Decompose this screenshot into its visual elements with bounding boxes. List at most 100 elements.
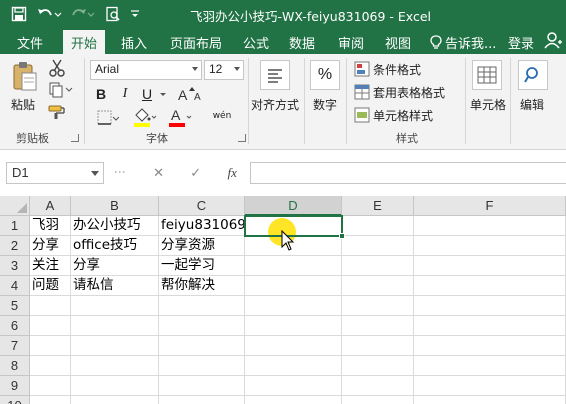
paste-button[interactable]	[10, 60, 40, 94]
cell-d9[interactable]	[245, 376, 342, 396]
cell-d10[interactable]	[245, 396, 342, 404]
cell-d4[interactable]	[245, 276, 342, 296]
copy-button[interactable]	[46, 80, 76, 100]
increase-font-button[interactable]: AA	[176, 84, 206, 104]
cell-e10[interactable]	[342, 396, 414, 404]
cell-c9[interactable]	[159, 376, 245, 396]
format-as-table-button[interactable]: 套用表格格式	[373, 84, 445, 101]
font-size-combo[interactable]: 12	[204, 60, 244, 80]
cell-b5[interactable]	[71, 296, 159, 316]
cell-f10[interactable]	[414, 396, 566, 404]
cell-f4[interactable]	[414, 276, 566, 296]
row-header-5[interactable]: 5	[0, 296, 30, 316]
column-header-e[interactable]: E	[342, 196, 414, 216]
name-box[interactable]: D1	[6, 162, 104, 184]
cells-button[interactable]	[472, 60, 502, 90]
cell-e4[interactable]	[342, 276, 414, 296]
cell-styles-button[interactable]: 单元格样式	[373, 107, 433, 124]
cell-c4[interactable]: 帮你解决	[159, 276, 245, 296]
column-header-c[interactable]: C	[159, 196, 245, 216]
column-header-f[interactable]: F	[414, 196, 566, 216]
cell-d7[interactable]	[245, 336, 342, 356]
row-header-1[interactable]: 1	[0, 216, 30, 236]
row-header-10[interactable]: 10	[0, 396, 30, 404]
column-header-b[interactable]: B	[71, 196, 159, 216]
cell-a6[interactable]	[30, 316, 71, 336]
cell-c7[interactable]	[159, 336, 245, 356]
cell-b4[interactable]: 请私信	[71, 276, 159, 296]
cell-f8[interactable]	[414, 356, 566, 376]
cell-e7[interactable]	[342, 336, 414, 356]
tab-page-layout[interactable]: 页面布局	[170, 33, 222, 52]
cell-c2[interactable]: 分享资源	[159, 236, 245, 256]
cell-c10[interactable]	[159, 396, 245, 404]
tab-data[interactable]: 数据	[289, 33, 315, 52]
font-launcher[interactable]	[238, 134, 246, 142]
cell-e8[interactable]	[342, 356, 414, 376]
enter-button[interactable]: ✓	[190, 166, 201, 181]
cell-b7[interactable]	[71, 336, 159, 356]
tab-home[interactable]: 开始	[63, 30, 106, 54]
cell-c1[interactable]: feiyu831069	[159, 216, 246, 236]
print-preview-button[interactable]	[102, 4, 124, 24]
bold-button[interactable]: B	[92, 84, 110, 104]
cell-b8[interactable]	[71, 356, 159, 376]
cell-f1[interactable]	[414, 216, 566, 236]
cell-a3[interactable]: 关注	[30, 256, 71, 276]
save-button[interactable]	[8, 4, 30, 24]
cell-b3[interactable]: 分享	[71, 256, 159, 276]
format-painter-button[interactable]	[46, 102, 68, 122]
fill-color-button[interactable]	[132, 106, 158, 128]
cancel-button[interactable]: ✕	[153, 166, 164, 181]
column-header-a[interactable]: A	[30, 196, 71, 216]
cell-d5[interactable]	[245, 296, 342, 316]
cell-a9[interactable]	[30, 376, 71, 396]
number-format-button[interactable]: %	[310, 60, 340, 90]
tab-view[interactable]: 视图	[385, 33, 411, 52]
font-name-combo[interactable]: Arial	[90, 60, 202, 80]
cell-a7[interactable]	[30, 336, 71, 356]
row-header-3[interactable]: 3	[0, 256, 30, 276]
editing-button[interactable]	[518, 60, 548, 90]
select-all-button[interactable]	[0, 196, 30, 216]
cell-c6[interactable]	[159, 316, 245, 336]
cell-c3[interactable]: 一起学习	[159, 256, 245, 276]
row-header-9[interactable]: 9	[0, 376, 30, 396]
customize-qat-button[interactable]	[128, 4, 142, 24]
cell-e6[interactable]	[342, 316, 414, 336]
tell-me-box[interactable]: 告诉我...	[430, 33, 496, 52]
cell-e5[interactable]	[342, 296, 414, 316]
formula-bar-splitter[interactable]: ⋮	[113, 166, 127, 175]
cell-f3[interactable]	[414, 256, 566, 276]
cell-d6[interactable]	[245, 316, 342, 336]
italic-button[interactable]: I	[116, 84, 134, 104]
cell-f6[interactable]	[414, 316, 566, 336]
cut-button[interactable]	[46, 58, 68, 78]
fill-handle[interactable]	[339, 233, 345, 239]
cell-c5[interactable]	[159, 296, 245, 316]
row-header-7[interactable]: 7	[0, 336, 30, 356]
cell-b9[interactable]	[71, 376, 159, 396]
underline-button[interactable]: U	[138, 84, 156, 104]
tab-review[interactable]: 审阅	[338, 33, 364, 52]
redo-button[interactable]	[68, 4, 98, 24]
row-header-8[interactable]: 8	[0, 356, 30, 376]
cell-e2[interactable]	[342, 236, 414, 256]
undo-button[interactable]	[34, 4, 64, 24]
insert-function-button[interactable]: fx	[227, 165, 236, 181]
tab-formulas[interactable]: 公式	[243, 33, 269, 52]
cell-f2[interactable]	[414, 236, 566, 256]
cell-d8[interactable]	[245, 356, 342, 376]
conditional-format-button[interactable]: 条件格式	[373, 61, 421, 78]
underline-dropdown[interactable]	[158, 88, 168, 102]
column-header-d[interactable]: D	[245, 196, 342, 216]
share-button[interactable]	[544, 31, 562, 52]
borders-button[interactable]	[96, 107, 120, 129]
cell-a4[interactable]: 问题	[30, 276, 71, 296]
cell-a5[interactable]	[30, 296, 71, 316]
formula-input[interactable]	[250, 162, 566, 184]
cell-e9[interactable]	[342, 376, 414, 396]
row-header-4[interactable]: 4	[0, 276, 30, 296]
cell-b2[interactable]: office技巧	[71, 236, 159, 256]
tab-insert[interactable]: 插入	[121, 33, 147, 52]
